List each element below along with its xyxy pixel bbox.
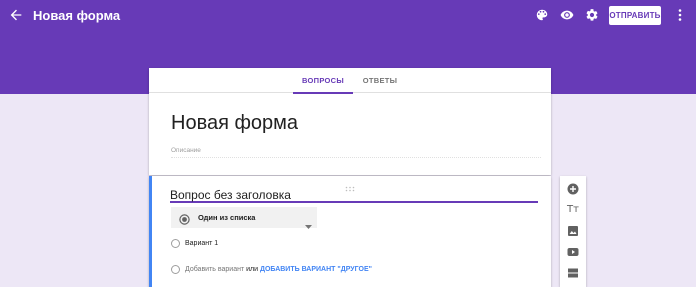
add-option-row: Добавить вариант или ДОБАВИТЬ ВАРИАНТ "Д… xyxy=(185,266,372,273)
question-card[interactable]: Вопрос без заголовка Один из списка Вари… xyxy=(149,176,551,287)
form-title[interactable]: Новая форма xyxy=(171,112,298,135)
app-title: Новая форма xyxy=(33,8,121,23)
question-type-label: Один из списка xyxy=(198,213,256,222)
radio-button-checked-icon xyxy=(179,212,190,225)
question-type-dropdown[interactable]: Один из списка xyxy=(171,207,317,229)
question-title-input[interactable]: Вопрос без заголовка xyxy=(170,188,538,203)
form-header-card: ВОПРОСЫ ОТВЕТЫ Новая форма Описание xyxy=(149,68,551,175)
add-question-icon[interactable] xyxy=(567,183,579,195)
add-other-option-link[interactable]: ДОБАВИТЬ ВАРИАНТ "ДРУГОЕ" xyxy=(260,266,372,273)
option-1-label[interactable]: Вариант 1 xyxy=(185,240,218,247)
palette-icon[interactable] xyxy=(535,8,549,22)
back-arrow-icon[interactable] xyxy=(8,7,24,23)
tab-responses[interactable]: ОТВЕТЫ xyxy=(355,68,405,93)
add-option-radio-icon xyxy=(171,265,180,274)
add-option-or-text: или xyxy=(246,266,259,273)
eye-icon[interactable] xyxy=(560,8,574,22)
tab-questions[interactable]: ВОПРОСЫ xyxy=(293,68,353,94)
tab-bar: ВОПРОСЫ ОТВЕТЫ xyxy=(149,68,551,94)
side-toolbar: Тт xyxy=(560,176,586,287)
gear-icon[interactable] xyxy=(585,8,599,22)
dropdown-arrow-icon xyxy=(305,216,312,229)
add-title-text-icon[interactable]: Тт xyxy=(567,204,579,216)
more-vert-icon[interactable] xyxy=(676,8,684,22)
option-radio-icon xyxy=(171,239,180,248)
form-description-field[interactable]: Описание xyxy=(171,147,541,158)
add-option-link[interactable]: Добавить вариант xyxy=(185,266,244,273)
add-image-icon[interactable] xyxy=(567,225,579,237)
add-section-icon[interactable] xyxy=(567,267,579,279)
top-app-bar: Новая форма ОТПРАВИТЬ xyxy=(0,0,696,32)
send-button[interactable]: ОТПРАВИТЬ xyxy=(609,6,661,25)
drag-handle-icon[interactable] xyxy=(345,179,355,192)
add-video-icon[interactable] xyxy=(567,246,579,258)
